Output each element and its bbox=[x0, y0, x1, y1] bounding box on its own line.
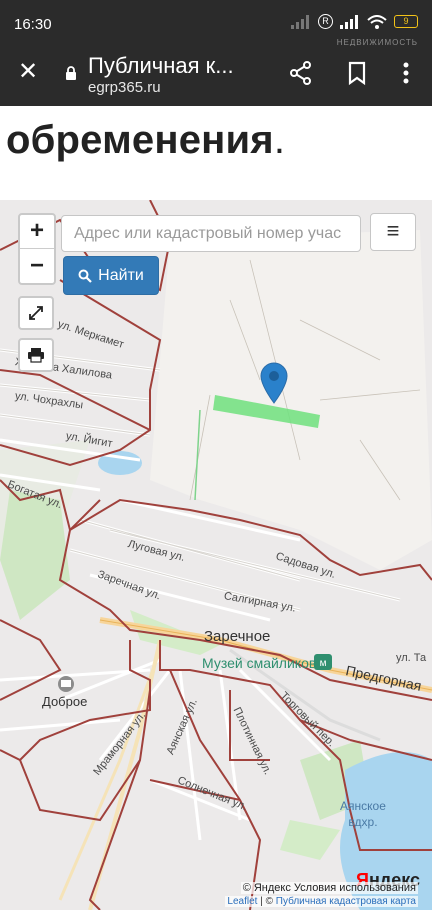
expand-icon bbox=[29, 306, 43, 320]
signal-icon bbox=[291, 14, 309, 29]
signal-icon bbox=[340, 14, 358, 29]
layers-menu-button[interactable]: ≡ bbox=[370, 213, 416, 251]
attribution-yandex[interactable]: © Яндекс Условия использования bbox=[240, 882, 418, 894]
printer-icon bbox=[28, 348, 44, 363]
village-label: Заречное bbox=[204, 628, 271, 645]
status-bar: 16:30 R 9 НЕДВИЖИМОСТЬ bbox=[0, 0, 432, 47]
close-icon[interactable]: ✕ bbox=[16, 60, 40, 84]
battery-icon: 9 bbox=[394, 15, 418, 28]
cadastral-map[interactable]: м ул. Меркамет Хайдара Халилова ул. Чохр… bbox=[0, 200, 432, 910]
heading-period: . bbox=[273, 118, 286, 162]
cadastral-map-link[interactable]: Публичная кадастровая карта bbox=[276, 896, 416, 907]
museum-icon[interactable]: м bbox=[314, 654, 332, 670]
lock-icon bbox=[66, 66, 76, 80]
museum-label: Музей смайликов bbox=[202, 655, 317, 671]
map-attribution: © Яндекс Условия использования Leaflet |… bbox=[0, 882, 432, 910]
village-label: Доброе bbox=[42, 694, 88, 709]
reservoir-label: Аянское вдхр. bbox=[340, 799, 386, 829]
bookmark-icon[interactable] bbox=[344, 60, 370, 86]
page-title: Публичная к... bbox=[88, 53, 234, 78]
page-url[interactable]: egrp365.ru bbox=[88, 79, 161, 96]
zoom-control: + − bbox=[18, 213, 56, 285]
leaflet-link[interactable]: Leaflet bbox=[227, 896, 257, 907]
find-button[interactable]: Найти bbox=[63, 256, 159, 295]
section-heading: обременения. bbox=[6, 118, 285, 163]
print-button[interactable] bbox=[18, 338, 54, 372]
registered-icon: R bbox=[318, 14, 333, 29]
search-icon bbox=[78, 269, 92, 283]
status-icons: R 9 bbox=[291, 14, 418, 29]
find-button-label: Найти bbox=[98, 266, 144, 284]
zoom-out-button[interactable]: − bbox=[20, 250, 54, 284]
status-time: 16:30 bbox=[14, 16, 52, 33]
street-label: ул. Та bbox=[396, 652, 427, 664]
more-icon[interactable] bbox=[394, 60, 418, 86]
zoom-in-button[interactable]: + bbox=[20, 215, 54, 249]
fullscreen-button[interactable] bbox=[18, 296, 54, 330]
search-input[interactable] bbox=[61, 215, 361, 252]
post-office-icon[interactable] bbox=[58, 676, 74, 692]
heading-text: обременения bbox=[6, 118, 274, 162]
wifi-icon bbox=[367, 14, 387, 29]
share-icon[interactable] bbox=[288, 60, 314, 86]
svg-text:м: м bbox=[320, 658, 327, 669]
attribution-sources: Leaflet | © Публичная кадастровая карта bbox=[225, 896, 418, 907]
browser-toolbar: ✕ Публичная к... egrp365.ru bbox=[0, 46, 432, 106]
